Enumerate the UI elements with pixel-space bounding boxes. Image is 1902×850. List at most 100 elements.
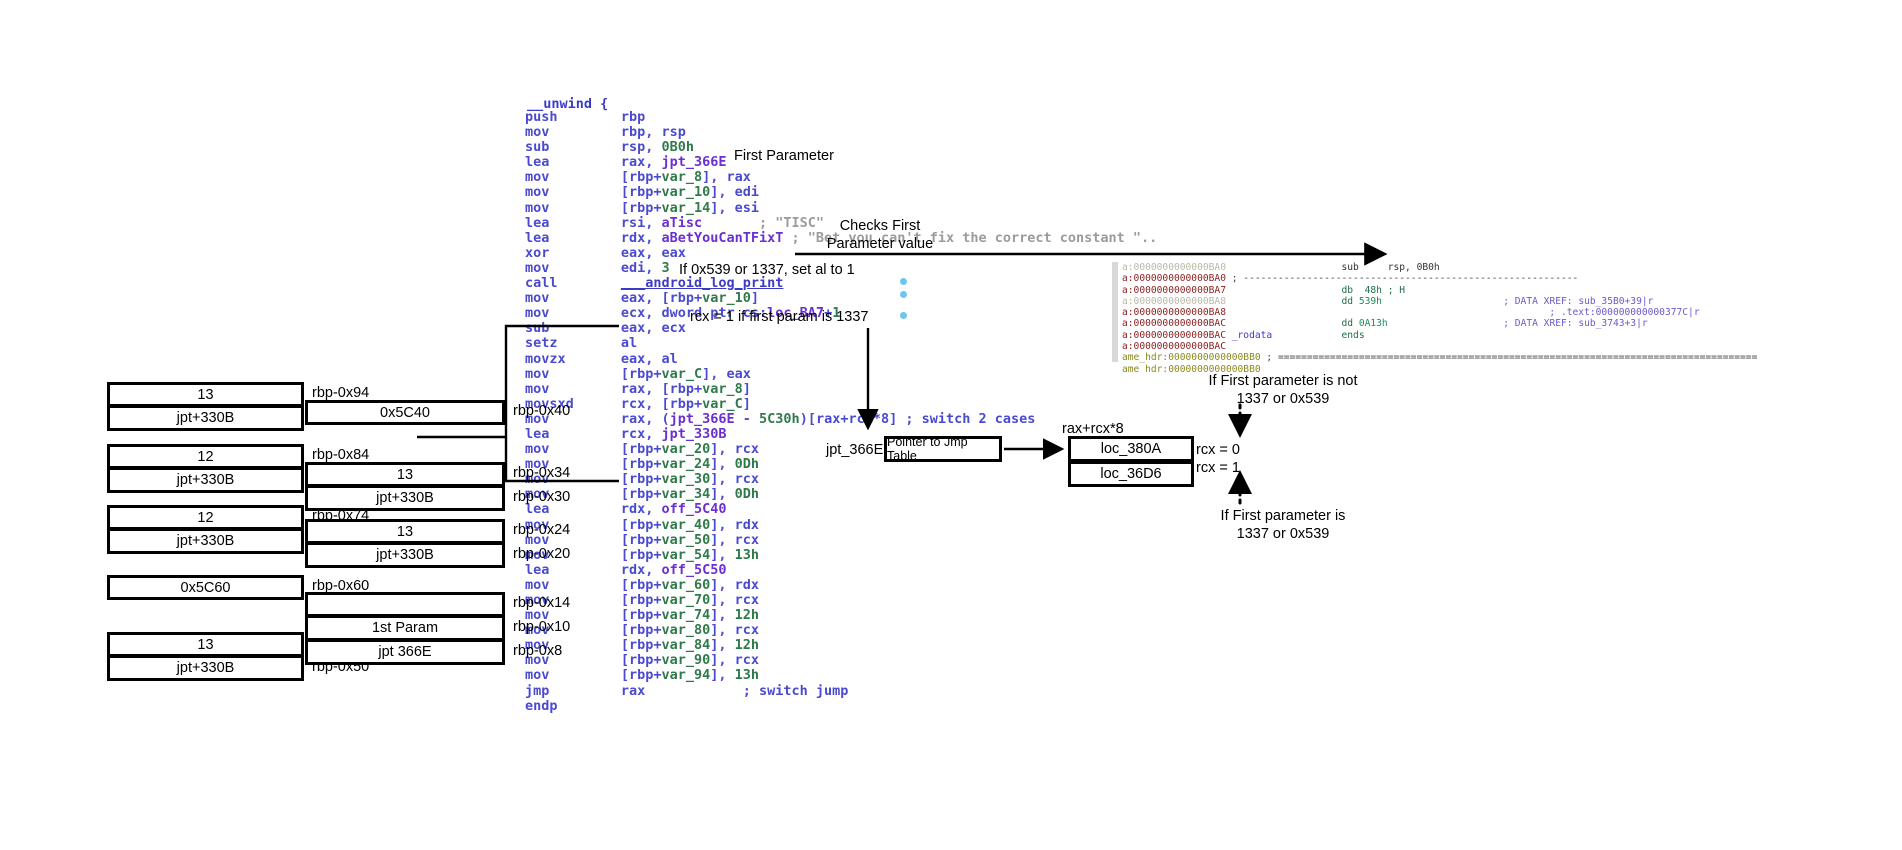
disassembly-operand: - xyxy=(734,410,760,427)
disassembly-operand: [ xyxy=(620,456,629,473)
disassembly-mnemonic: mov xyxy=(525,365,550,382)
disassembly-operand: rbp+ xyxy=(628,652,662,669)
disassembly-operand: ], xyxy=(710,546,735,563)
disassembly-line: mov [rbp+var_40], rdx xyxy=(525,516,1157,533)
disassembly-line: mov [rbp+var_50], rcx xyxy=(525,532,1157,548)
data-pane-token: dd xyxy=(1225,318,1359,330)
stack-slot-address: rbp-0x10 xyxy=(513,619,571,635)
breakpoint-dot[interactable] xyxy=(900,291,907,298)
disassembly-line: mov [rbp+var_80], rcx xyxy=(525,623,1157,638)
data-pane-token: dd xyxy=(1225,295,1359,307)
stack-slot-value: 13 xyxy=(197,386,214,403)
data-pane-token: db 48h ; H xyxy=(1225,284,1406,296)
stack-slot: jpt+330B xyxy=(305,543,505,568)
disassembly-operand: [ xyxy=(620,576,629,593)
disassembly-line: mov [rbp+var_74], 12h xyxy=(525,607,1157,624)
jump-table-entry-0-label: loc_380A xyxy=(1100,441,1162,457)
disassembly-line: movzx eax, al xyxy=(525,350,1157,367)
stack-slot-value: 12 xyxy=(197,509,214,526)
disassembly-operand: rcx, xyxy=(620,425,662,442)
disassembly-operand: [ xyxy=(620,516,629,533)
disassembly-operand: ], rcx xyxy=(710,471,760,488)
disassembly-line: mov [rbp+var_60], rdx xyxy=(525,576,1157,593)
disassembly-mnemonic: lea xyxy=(525,154,550,171)
stack-slot: 1st Param xyxy=(305,616,505,641)
disassembly-line: mov rax, [rbp+var_8] xyxy=(525,380,1157,397)
data-pane-gutter xyxy=(1112,262,1118,362)
data-pane-address: a:0000000000000BAC xyxy=(1122,341,1226,353)
disassembly-line: mov [rbp+var_30], rcx xyxy=(525,472,1157,487)
stack-slot-value: jpt+330B xyxy=(176,410,235,426)
disassembly-operand[interactable]: jpt_330B xyxy=(661,426,726,442)
disassembly-mnemonic: mov xyxy=(525,184,550,201)
data-pane-token: ; DATA XREF: sub_35B0+39|r xyxy=(1381,295,1654,307)
disassembly-operand: rcx, [ xyxy=(620,395,670,412)
disassembly-operand: ], rcx xyxy=(710,652,760,669)
data-pane-line: a:0000000000000BAC dd 0A13h ; DATA XREF:… xyxy=(1122,318,1902,329)
disassembly-operand[interactable]: aBetYouCanTFixT xyxy=(661,230,783,246)
disassembly-operand: rbp+ xyxy=(628,637,662,654)
stack-slot: 13 xyxy=(107,382,304,407)
disassembly-operand: ], eax xyxy=(702,365,751,382)
disassembly-operand[interactable]: jpt_366E xyxy=(661,154,726,170)
disassembly-operand[interactable]: jpt_366E xyxy=(670,411,735,427)
annotation-checks-first-parameter: Checks First Parameter value xyxy=(826,218,934,252)
disassembly-operand: rbp+ xyxy=(628,607,662,624)
disassembly-operand: ], xyxy=(710,486,735,503)
stack-slot: jpt+330B xyxy=(107,656,304,681)
disassembly-operand: var_8 xyxy=(702,380,743,397)
disassembly-operand: var_74 xyxy=(661,607,711,624)
disassembly-operand: rsi, xyxy=(620,214,662,231)
data-pane-token: ; DATA XREF: sub_3743+3|r xyxy=(1387,318,1648,330)
disassembly-operand: rbp+ xyxy=(628,169,662,186)
disassembly-operand: rbp+ xyxy=(669,380,703,397)
disassembly-operand: var_C xyxy=(702,395,743,412)
disassembly-operand: var_8 xyxy=(661,169,703,186)
stack-slot-value: 1st Param xyxy=(371,620,439,636)
disassembly-operand: )[rax+rcx*8] xyxy=(799,410,906,427)
disassembly-mnemonic: mov xyxy=(525,305,550,322)
stack-slot: jpt+330B xyxy=(107,529,304,554)
data-pane-line: a:0000000000000BA8 dd 539h ; DATA XREF: … xyxy=(1122,296,1902,307)
disassembly-operand: rax, ( xyxy=(620,410,670,427)
disassembly-mnemonic: lea xyxy=(525,229,550,246)
data-pane-address: ame_hdr:0000000000000BB0 xyxy=(1122,352,1261,364)
data-pane-address: a:0000000000000BAC xyxy=(1122,318,1226,330)
stack-slot-value: 13 xyxy=(197,636,214,653)
disassembly-operand: var_10 xyxy=(702,290,751,307)
disassembly-operand[interactable]: aTisc xyxy=(661,215,702,231)
disassembly-operand: ], edi xyxy=(710,184,760,201)
disassembly-operand: rax, xyxy=(620,154,662,171)
disassembly-operand: [ xyxy=(620,471,629,488)
disassembly-operand: rbp+ xyxy=(628,546,662,563)
stack-frame-group: 13 jpt+330B xyxy=(107,382,304,431)
disassembly-line: mov [rbp+var_8], rax xyxy=(525,170,1157,185)
pointer-to-jmp-table-label: Pointer to Jmp Table xyxy=(887,435,968,463)
disassembly-mnemonic: movzx xyxy=(525,350,566,367)
disassembly-operand: var_94 xyxy=(661,667,711,684)
disassembly-operand: [ xyxy=(620,199,629,216)
disassembly-mnemonic: mov xyxy=(525,169,550,186)
disassembly-line: mov [rbp+var_34], 0Dh xyxy=(525,487,1157,502)
disassembly-operand: rbp+ xyxy=(628,516,662,533)
data-pane-token: ; .text:000000000000377C|r xyxy=(1225,307,1700,319)
disassembly-line: mov [rbp+var_14], esi xyxy=(525,199,1157,216)
breakpoint-dot[interactable] xyxy=(900,278,907,285)
disassembly-operand: var_34 xyxy=(661,486,711,503)
stack-slot-address: rbp-0x94 xyxy=(312,385,370,401)
disassembly-operand: ], xyxy=(710,607,735,624)
disassembly-operand: ], xyxy=(710,637,735,654)
disassembly-operand[interactable]: off_5C40 xyxy=(661,501,726,517)
disassembly-operand[interactable]: off_5C50 xyxy=(661,562,726,578)
disassembly-operand: rdx, xyxy=(620,501,662,518)
data-pane-line: ame_hdr:0000000000000BB0 ; =============… xyxy=(1122,352,1902,363)
disassembly-line: mov [rbp+var_94], 13h xyxy=(525,668,1157,683)
disassembly-operand: var_40 xyxy=(661,516,711,533)
stack-slot-address: rbp-0x20 xyxy=(513,546,571,562)
disassembly-operand: [ xyxy=(620,441,629,458)
breakpoint-dot[interactable] xyxy=(900,312,907,319)
disassembly-operand: 3 xyxy=(661,259,670,276)
disassembly-operand: [ xyxy=(620,622,629,639)
disassembly-line: lea rdx, off_5C40 xyxy=(525,502,1157,517)
disassembly-operand: rbp+ xyxy=(628,184,662,201)
